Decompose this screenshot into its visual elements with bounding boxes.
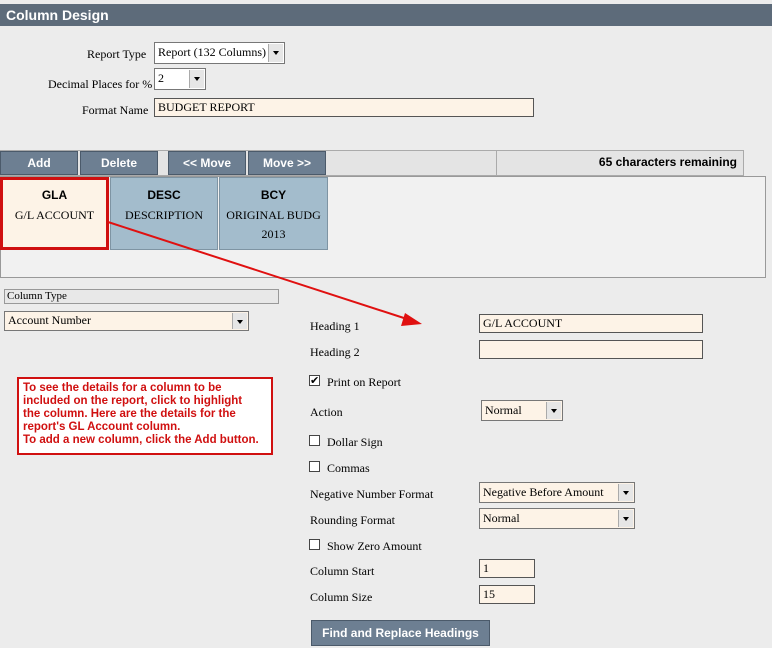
- column-start-label: Column Start: [310, 564, 375, 578]
- dollar-sign-checkbox[interactable]: [309, 435, 320, 446]
- heading1-label: Heading 1: [310, 319, 360, 333]
- action-value: Normal: [485, 403, 522, 417]
- negative-format-select[interactable]: Negative Before Amount: [479, 482, 635, 503]
- column-type-select[interactable]: Account Number: [4, 311, 249, 331]
- column-type-label: Column Type: [4, 289, 279, 304]
- column-size-input[interactable]: 15: [479, 585, 535, 604]
- rounding-format-label: Rounding Format: [310, 513, 396, 527]
- print-on-report-checkbox[interactable]: ✔: [309, 375, 320, 386]
- action-select[interactable]: Normal: [481, 400, 563, 421]
- heading2-input[interactable]: [479, 340, 703, 359]
- commas-checkbox[interactable]: [309, 461, 320, 472]
- negative-format-label: Negative Number Format: [310, 487, 434, 501]
- chevron-down-icon[interactable]: [546, 402, 561, 419]
- column-start-input[interactable]: 1: [479, 559, 535, 578]
- chevron-down-icon[interactable]: [618, 484, 633, 501]
- show-zero-label: Show Zero Amount: [327, 539, 422, 553]
- column-size-label: Column Size: [310, 590, 373, 604]
- action-label: Action: [310, 405, 343, 419]
- chevron-down-icon[interactable]: [232, 313, 247, 329]
- note-line: the column. Here are the details for the: [23, 408, 236, 420]
- dollar-sign-label: Dollar Sign: [327, 435, 383, 449]
- checkmark-icon: ✔: [310, 374, 320, 387]
- chevron-down-icon[interactable]: [618, 510, 633, 527]
- column-type-value: Account Number: [8, 313, 91, 327]
- help-note: To see the details for a column to be in…: [17, 377, 273, 455]
- note-line: report's GL Account column.: [23, 421, 181, 433]
- note-line: To see the details for a column to be: [23, 382, 222, 394]
- rounding-format-value: Normal: [483, 511, 520, 525]
- note-line: To add a new column, click the Add butto…: [23, 434, 259, 446]
- heading2-label: Heading 2: [310, 345, 360, 359]
- commas-label: Commas: [327, 461, 370, 475]
- heading1-input[interactable]: G/L ACCOUNT: [479, 314, 703, 333]
- find-replace-headings-button[interactable]: Find and Replace Headings: [311, 620, 490, 646]
- print-on-report-label: Print on Report: [327, 375, 401, 389]
- negative-format-value: Negative Before Amount: [483, 485, 604, 499]
- show-zero-checkbox[interactable]: [309, 539, 320, 550]
- rounding-format-select[interactable]: Normal: [479, 508, 635, 529]
- note-line: included on the report, click to highlig…: [23, 395, 243, 407]
